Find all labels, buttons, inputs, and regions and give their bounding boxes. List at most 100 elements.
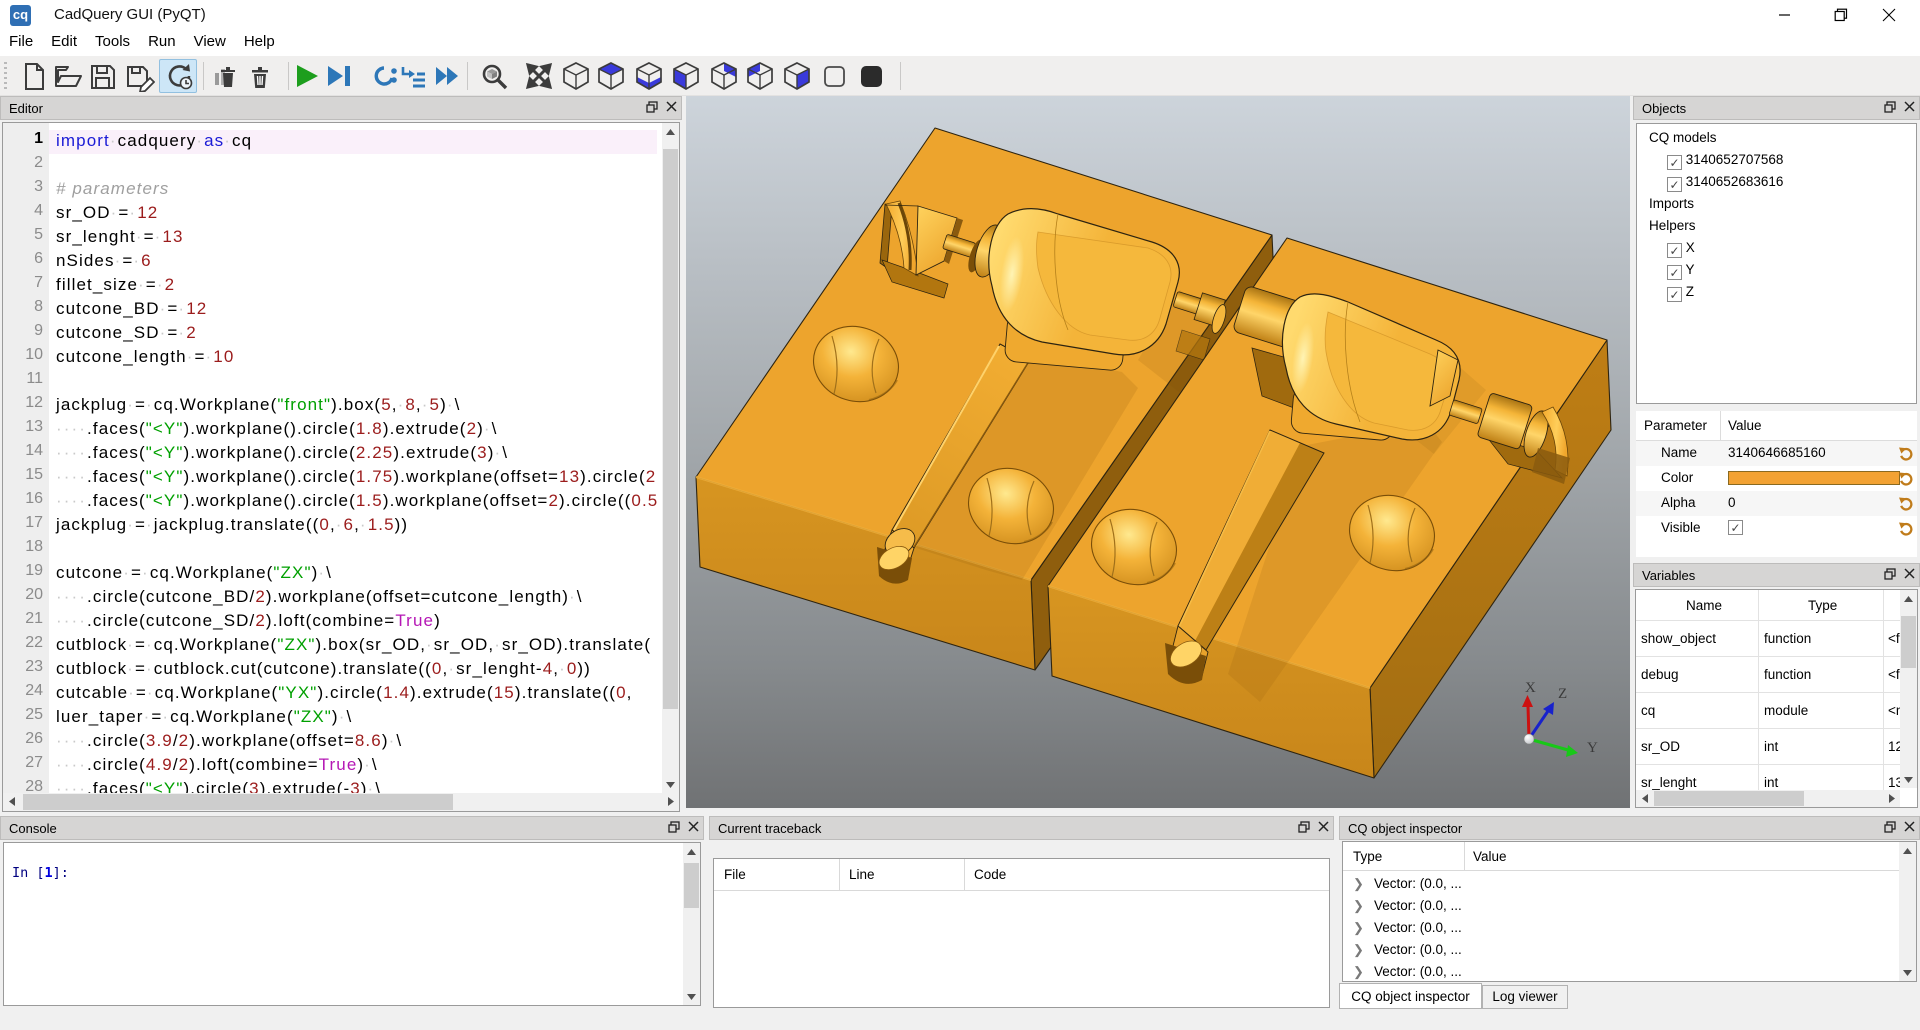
fit-all-button[interactable]	[520, 59, 558, 93]
scrollbar-arrow[interactable]	[683, 988, 700, 1005]
variable-name[interactable]: debug	[1641, 667, 1679, 682]
delete-rendered-button[interactable]	[205, 59, 243, 93]
undo-button[interactable]	[1896, 469, 1915, 488]
tree-item-3140652707568[interactable]: ✓ 3140652707568	[1667, 152, 1783, 174]
console-dock-title[interactable]: Console	[0, 816, 704, 840]
objects-tree[interactable]: CQ models✓ 3140652707568✓ 3140652683616I…	[1636, 123, 1917, 404]
tree-item-y[interactable]: ✓ Y	[1667, 262, 1695, 284]
inspector-row[interactable]: Vector: (0.0, ...	[1374, 942, 1462, 957]
variables-vscrollbar[interactable]	[1900, 590, 1917, 788]
color-swatch[interactable]	[1728, 471, 1900, 485]
checkbox[interactable]: ✓	[1667, 155, 1682, 170]
inspector-table[interactable]: TypeValue❯Vector: (0.0, ...❯Vector: (0.0…	[1342, 841, 1917, 982]
zoom-fit-button[interactable]	[475, 59, 513, 93]
scrollbar-thumb[interactable]	[1654, 791, 1804, 806]
menu-tools[interactable]: Tools	[86, 30, 139, 56]
close-panel-icon[interactable]	[688, 821, 699, 832]
traceback-dock-title[interactable]: Current traceback	[709, 816, 1334, 840]
scrollbar-arrow[interactable]	[1899, 964, 1916, 981]
editor-hscrollbar-thumb[interactable]	[23, 794, 453, 810]
tab-cq-object-inspector[interactable]: CQ object inspector	[1339, 983, 1482, 1009]
menu-edit[interactable]: Edit	[42, 30, 86, 56]
scrollbar-arrow[interactable]	[683, 843, 700, 860]
menu-view[interactable]: View	[185, 30, 235, 56]
variable-name[interactable]: sr_OD	[1641, 739, 1680, 754]
inspector-row[interactable]: Vector: (0.0, ...	[1374, 964, 1462, 979]
code-text-area[interactable]: import·cadquery·as·cq# parameterssr_OD·=…	[49, 123, 657, 793]
float-panel-icon[interactable]	[646, 101, 658, 113]
view-bottom-button[interactable]	[630, 59, 668, 93]
debug-button[interactable]	[319, 59, 357, 93]
property-value[interactable]: 0	[1728, 495, 1736, 510]
close-panel-icon[interactable]	[1318, 821, 1329, 832]
shaded-view-button[interactable]	[852, 59, 890, 93]
tree-item-z[interactable]: ✓ Z	[1667, 284, 1694, 306]
title-bar[interactable]: cq CadQuery GUI (PyQT)	[0, 0, 1920, 30]
scrollbar-thumb[interactable]	[1901, 616, 1916, 668]
checkbox[interactable]: ✓	[1667, 287, 1682, 302]
variables-dock-title[interactable]: Variables	[1633, 563, 1920, 587]
scrollbar-arrow[interactable]	[1883, 790, 1900, 807]
variable-name[interactable]: sr_lenght	[1641, 775, 1697, 790]
inspector-row[interactable]: Vector: (0.0, ...	[1374, 920, 1462, 935]
close-panel-icon[interactable]	[1904, 101, 1915, 112]
wireframe-view-button[interactable]	[815, 59, 853, 93]
float-panel-icon[interactable]	[1884, 101, 1896, 113]
expand-chevron-icon[interactable]: ❯	[1353, 920, 1364, 936]
console-vscrollbar-thumb[interactable]	[684, 863, 699, 908]
3d-viewport[interactable]: X Z Y	[686, 96, 1630, 808]
variable-name[interactable]: show_object	[1641, 631, 1716, 646]
variables-hscrollbar[interactable]	[1636, 790, 1900, 807]
delete-all-button[interactable]	[241, 59, 279, 93]
tab-log-viewer[interactable]: Log viewer	[1482, 985, 1568, 1009]
restore-button[interactable]	[1818, 0, 1864, 30]
scrollbar-arrow[interactable]	[662, 776, 679, 793]
view-iso-button[interactable]	[557, 59, 595, 93]
inspector-header-type[interactable]: Type	[1353, 849, 1382, 864]
tree-item-helpers[interactable]: Helpers	[1649, 218, 1696, 240]
scrollbar-arrow[interactable]	[1900, 771, 1917, 788]
scrollbar-arrow[interactable]	[3, 793, 20, 810]
editor-hscrollbar[interactable]	[3, 793, 679, 811]
checkbox[interactable]: ✓	[1667, 265, 1682, 280]
view-left-button[interactable]	[741, 59, 779, 93]
traceback-table[interactable]: FileLineCode	[713, 858, 1330, 1008]
new-file-button[interactable]	[14, 59, 52, 93]
scrollbar-arrow[interactable]	[1636, 790, 1653, 807]
close-panel-icon[interactable]	[1904, 568, 1915, 579]
continue-button[interactable]	[427, 59, 465, 93]
scrollbar-arrow[interactable]	[662, 123, 679, 140]
open-file-button[interactable]	[48, 59, 86, 93]
scrollbar-arrow[interactable]	[662, 793, 679, 810]
view-top-button[interactable]	[592, 59, 630, 93]
tree-item-cq-models[interactable]: CQ models	[1649, 130, 1717, 152]
variables-table[interactable]: NameTypeshow_objectfunction<fdebugfuncti…	[1635, 589, 1918, 808]
inspector-row[interactable]: Vector: (0.0, ...	[1374, 898, 1462, 913]
toolbar-drag-handle[interactable]	[4, 62, 7, 90]
minimize-button[interactable]	[1762, 0, 1808, 30]
close-panel-icon[interactable]	[1904, 821, 1915, 832]
view-right-button[interactable]	[778, 59, 816, 93]
variable-name[interactable]: cq	[1641, 703, 1655, 718]
tree-item-imports[interactable]: Imports	[1649, 196, 1694, 218]
property-value[interactable]: 3140646685160	[1728, 445, 1826, 460]
inspector-header-value[interactable]: Value	[1473, 849, 1507, 864]
close-button[interactable]	[1866, 0, 1912, 30]
inspector-row[interactable]: Vector: (0.0, ...	[1374, 876, 1462, 891]
inspector-vscrollbar[interactable]	[1899, 842, 1916, 981]
editor-vscrollbar[interactable]	[662, 123, 679, 793]
editor-vscrollbar-thumb[interactable]	[663, 149, 678, 709]
close-panel-icon[interactable]	[666, 101, 677, 112]
float-panel-icon[interactable]	[1884, 568, 1896, 580]
objects-dock-title[interactable]: Objects	[1633, 96, 1920, 120]
undo-button[interactable]	[1896, 444, 1915, 463]
traceback-header-line[interactable]: Line	[849, 867, 875, 882]
object-properties-grid[interactable]: ParameterValueName3140646685160ColorAlph…	[1636, 411, 1917, 557]
checkbox[interactable]: ✓	[1667, 177, 1682, 192]
scrollbar-arrow[interactable]	[1900, 590, 1917, 607]
console-vscrollbar[interactable]	[683, 843, 700, 1005]
view-front-button[interactable]	[667, 59, 705, 93]
save-button[interactable]	[83, 59, 121, 93]
traceback-header-code[interactable]: Code	[974, 867, 1006, 882]
checkbox[interactable]: ✓	[1667, 243, 1682, 258]
